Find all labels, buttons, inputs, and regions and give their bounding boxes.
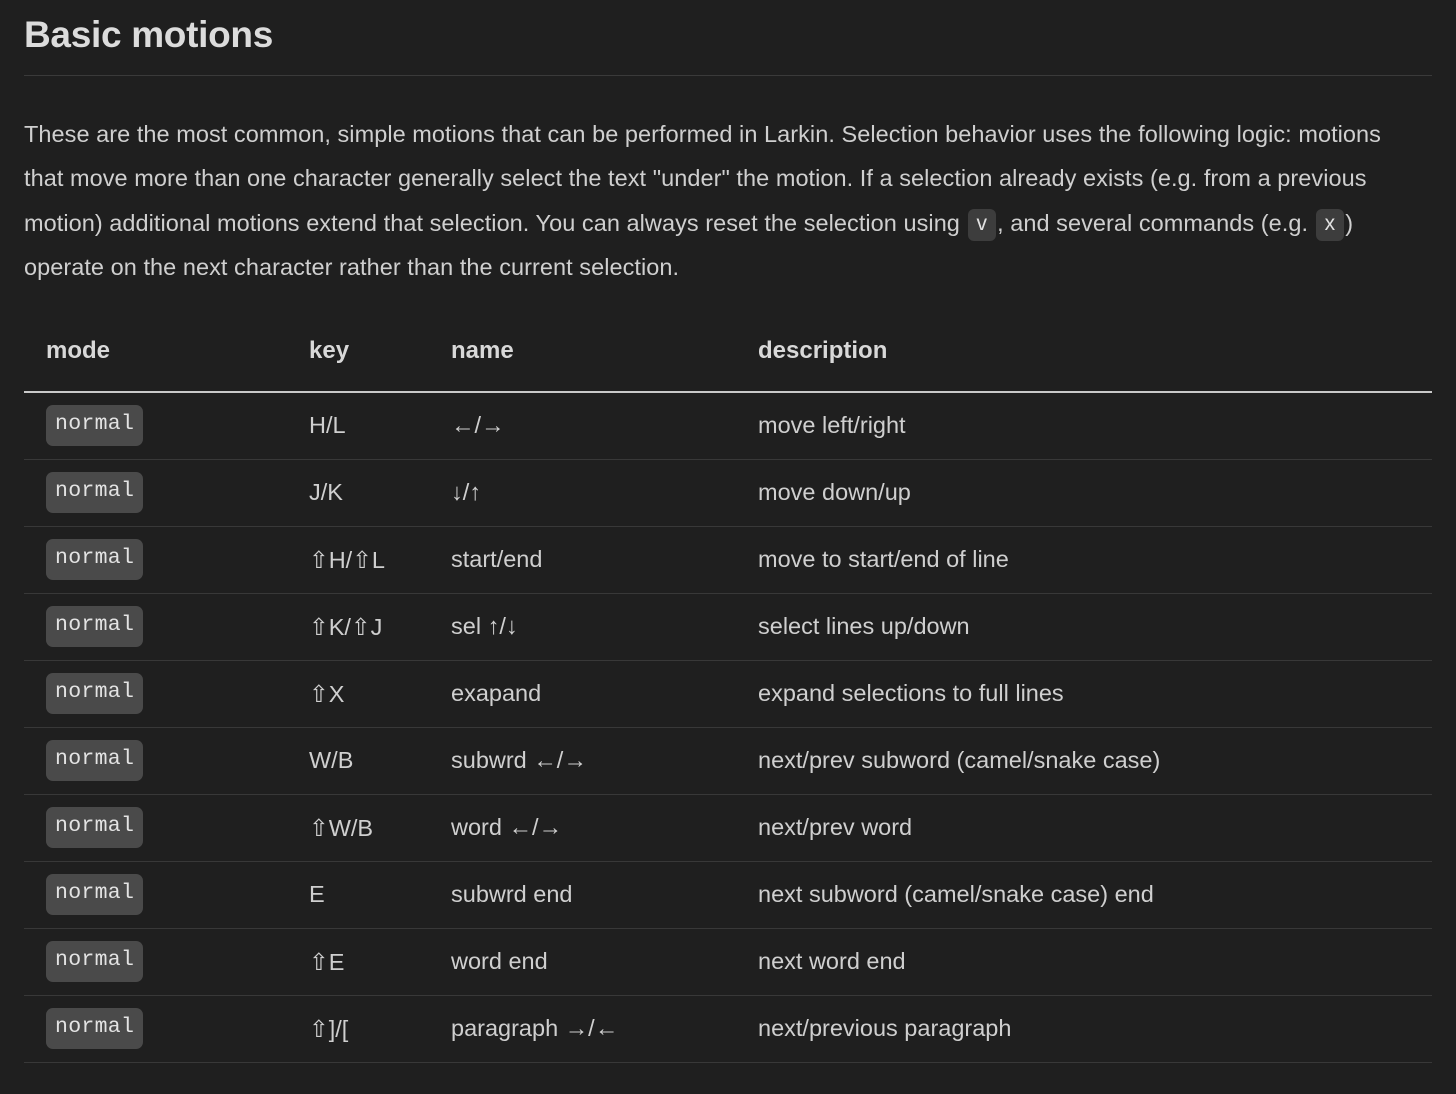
cell-name: subwrd ←/→ xyxy=(450,727,757,795)
cell-key: W/B xyxy=(308,727,450,795)
table-row: normal Esubwrd end next subword (camel/sna… xyxy=(24,861,1432,929)
mode-badge: normal xyxy=(46,472,144,513)
column-header-key: key xyxy=(308,336,450,393)
cell-name: exapand xyxy=(450,660,757,728)
mode-badge: normal xyxy=(46,740,144,781)
table-row: normal ⇧H/⇧L start/end move to start/end of… xyxy=(24,526,1432,594)
cell-key: ⇧K/⇧J xyxy=(308,593,450,661)
table-header-row: mode key name description xyxy=(24,336,1432,393)
cell-mode: normal xyxy=(24,861,308,929)
cell-name: paragraph →/← xyxy=(450,995,757,1063)
cell-description: next word end xyxy=(757,928,1432,996)
column-header-mode: mode xyxy=(24,336,308,393)
cell-key: ⇧X xyxy=(308,660,450,728)
cell-description: expand selections to full lines xyxy=(757,660,1432,728)
kbd-v-icon: v xyxy=(967,208,997,241)
table-row: normal J/K ↓/↑ move down/up xyxy=(24,459,1432,527)
cell-name: start/end xyxy=(450,526,757,594)
cell-key: H/L xyxy=(308,391,450,460)
documentation-page: Basic motions These are the most common,… xyxy=(0,0,1456,1094)
cell-mode: normal xyxy=(24,727,308,795)
cell-description: select lines up/down xyxy=(757,593,1432,661)
cell-description: move to start/end of line xyxy=(757,526,1432,594)
cell-mode: normal xyxy=(24,391,308,460)
cell-description: move left/right xyxy=(757,391,1432,460)
column-header-name: name xyxy=(450,336,757,393)
mode-badge: normal xyxy=(46,539,144,580)
cell-description: next/prev subword (camel/snake case) xyxy=(757,727,1432,795)
cell-key: ⇧W/B xyxy=(308,794,450,862)
cell-name: sel ↑/↓ xyxy=(450,593,757,661)
cell-name: word end xyxy=(450,928,757,996)
cell-name: ↓/↑ xyxy=(450,459,757,527)
cell-mode: normal xyxy=(24,459,308,527)
motions-table-container: mode key name description normal H/L ←/→ mo… xyxy=(24,336,1432,1063)
cell-name: ←/→ xyxy=(450,391,757,460)
motions-table: mode key name description normal H/L ←/→ mo… xyxy=(24,336,1432,1063)
table-row: normal ⇧W/B word ←/→ next/prev word xyxy=(24,794,1432,862)
cell-description: next/prev word xyxy=(757,794,1432,862)
cell-description: next subword (camel/snake case) end xyxy=(757,861,1432,929)
table-row: normal H/L ←/→ move left/right xyxy=(24,391,1432,460)
cell-mode: normal xyxy=(24,995,308,1063)
mode-badge: normal xyxy=(46,405,144,446)
intro-paragraph: These are the most common, simple motion… xyxy=(24,76,1424,290)
cell-key: ⇧]/[ xyxy=(308,995,450,1063)
kbd-x-icon: x xyxy=(1315,208,1345,241)
cell-key: ⇧E xyxy=(308,928,450,996)
mode-badge: normal xyxy=(46,941,144,982)
mode-badge: normal xyxy=(46,673,144,714)
cell-key: E xyxy=(308,861,450,929)
cell-mode: normal xyxy=(24,660,308,728)
cell-mode: normal xyxy=(24,794,308,862)
cell-mode: normal xyxy=(24,593,308,661)
table-header: mode key name description xyxy=(24,336,1432,393)
mode-badge: normal xyxy=(46,874,144,915)
table-row: normal ⇧E word end next word end xyxy=(24,928,1432,996)
mode-badge: normal xyxy=(46,807,144,848)
table-row: normal W/B subwrd ←/→ next/prev subword (ca… xyxy=(24,727,1432,795)
cell-mode: normal xyxy=(24,526,308,594)
table-body: normal H/L ←/→ move left/right normal J/K ↓/↑ m… xyxy=(24,391,1432,1063)
cell-description: next/previous paragraph xyxy=(757,995,1432,1063)
cell-name: subwrd end xyxy=(450,861,757,929)
cell-key: ⇧H/⇧L xyxy=(308,526,450,594)
cell-mode: normal xyxy=(24,928,308,996)
page-title: Basic motions xyxy=(24,14,273,55)
column-header-description: description xyxy=(757,336,1432,393)
mode-badge: normal xyxy=(46,606,144,647)
cell-key: J/K xyxy=(308,459,450,527)
cell-name: word ←/→ xyxy=(450,794,757,862)
table-row: normal ⇧K/⇧J sel ↑/↓ select lines up/down xyxy=(24,593,1432,661)
table-row: normal ⇧]/[paragraph →/← next/previous par… xyxy=(24,995,1432,1063)
mode-badge: normal xyxy=(46,1008,144,1049)
intro-text-part-2: , and several commands (e.g. xyxy=(997,209,1315,236)
cell-description: move down/up xyxy=(757,459,1432,527)
table-row: normal ⇧X exapand expand selections to full… xyxy=(24,660,1432,728)
